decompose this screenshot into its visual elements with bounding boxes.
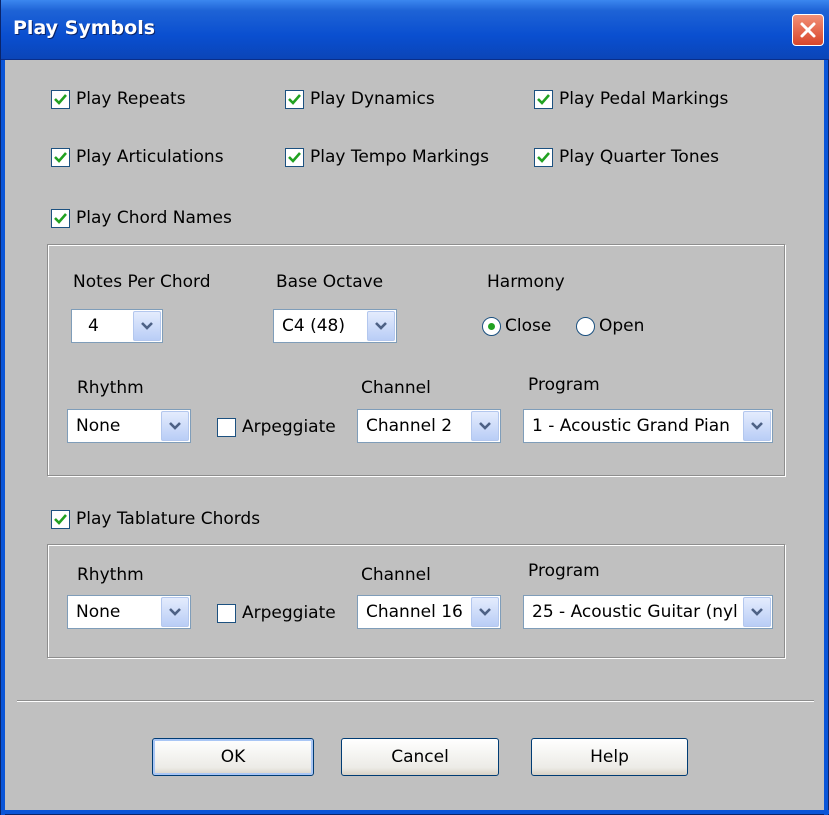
checkbox-unchecked-icon — [217, 603, 236, 623]
rhythm-value: None — [76, 416, 121, 436]
play-repeats-label: Play Repeats — [76, 89, 186, 109]
tab-channel-select[interactable]: Channel 16 — [357, 595, 501, 629]
checkbox-checked-icon — [51, 509, 70, 529]
chevron-down-icon[interactable] — [471, 411, 499, 441]
chevron-down-icon[interactable] — [161, 597, 189, 627]
harmony-close-radio[interactable]: Close — [482, 315, 551, 337]
checkbox-checked-icon — [51, 208, 70, 228]
play-quarter-tones-checkbox[interactable]: Play Quarter Tones — [534, 146, 719, 168]
harmony-label: Harmony — [487, 272, 565, 292]
chevron-down-icon[interactable] — [161, 411, 189, 441]
rhythm-label: Rhythm — [77, 378, 144, 398]
chevron-down-icon[interactable] — [471, 597, 499, 627]
tab-arpeggiate-checkbox[interactable]: Arpeggiate — [217, 602, 336, 624]
play-symbols-dialog: Play Symbols Play Repeats Play Dynamics … — [0, 0, 829, 815]
play-tablature-chords-checkbox[interactable]: Play Tablature Chords — [51, 508, 260, 530]
radio-unselected-icon — [576, 316, 595, 336]
checkbox-checked-icon — [534, 89, 553, 109]
play-articulations-label: Play Articulations — [76, 147, 224, 167]
arpeggiate-label: Arpeggiate — [242, 417, 336, 437]
play-pedal-markings-checkbox[interactable]: Play Pedal Markings — [534, 88, 728, 110]
base-octave-select[interactable]: C4 (48) — [273, 309, 397, 343]
notes-per-chord-label: Notes Per Chord — [73, 272, 211, 292]
tab-channel-label: Channel — [361, 565, 431, 585]
checkbox-unchecked-icon — [217, 417, 236, 437]
checkbox-checked-icon — [285, 89, 304, 109]
play-chord-names-checkbox[interactable]: Play Chord Names — [51, 207, 232, 229]
checkbox-checked-icon — [534, 147, 553, 167]
program-value: 1 - Acoustic Grand Pian — [532, 416, 730, 436]
tab-program-label: Program — [528, 561, 600, 581]
tab-program-select[interactable]: 25 - Acoustic Guitar (nyl — [523, 595, 773, 629]
separator — [17, 700, 814, 702]
tab-rhythm-label: Rhythm — [77, 565, 144, 585]
tab-arpeggiate-label: Arpeggiate — [242, 603, 336, 623]
ok-button-label: OK — [220, 747, 246, 767]
notes-per-chord-select[interactable]: 4 — [71, 309, 163, 343]
chevron-down-icon[interactable] — [367, 311, 395, 341]
harmony-open-radio[interactable]: Open — [576, 315, 644, 337]
harmony-open-label: Open — [599, 316, 645, 336]
checkbox-checked-icon — [51, 147, 70, 167]
play-tablature-chords-label: Play Tablature Chords — [76, 509, 261, 529]
cancel-button-label: Cancel — [391, 747, 449, 767]
chevron-down-icon[interactable] — [133, 311, 161, 341]
channel-select[interactable]: Channel 2 — [357, 409, 501, 443]
play-pedal-markings-label: Play Pedal Markings — [559, 89, 729, 109]
title-bar[interactable]: Play Symbols — [1, 0, 829, 60]
program-select[interactable]: 1 - Acoustic Grand Pian — [523, 409, 773, 443]
harmony-close-label: Close — [505, 316, 552, 336]
tab-rhythm-value: None — [76, 602, 121, 622]
rhythm-select[interactable]: None — [67, 409, 191, 443]
notes-per-chord-value: 4 — [88, 316, 99, 336]
chevron-down-icon[interactable] — [743, 411, 771, 441]
play-dynamics-checkbox[interactable]: Play Dynamics — [285, 88, 435, 110]
close-icon — [800, 22, 816, 38]
help-button-label: Help — [590, 747, 629, 767]
play-tempo-markings-label: Play Tempo Markings — [310, 147, 490, 167]
arpeggiate-checkbox[interactable]: Arpeggiate — [217, 416, 336, 438]
base-octave-value: C4 (48) — [282, 316, 345, 336]
close-button[interactable] — [792, 14, 824, 46]
help-button[interactable]: Help — [531, 738, 688, 776]
checkbox-checked-icon — [51, 89, 70, 109]
channel-value: Channel 2 — [366, 416, 453, 436]
play-repeats-checkbox[interactable]: Play Repeats — [51, 88, 186, 110]
radio-selected-icon — [482, 316, 501, 336]
cancel-button[interactable]: Cancel — [341, 738, 499, 776]
tab-rhythm-select[interactable]: None — [67, 595, 191, 629]
channel-label: Channel — [361, 378, 431, 398]
program-label: Program — [528, 375, 600, 395]
play-chord-names-label: Play Chord Names — [76, 208, 232, 228]
checkbox-checked-icon — [285, 147, 304, 167]
play-articulations-checkbox[interactable]: Play Articulations — [51, 146, 224, 168]
play-dynamics-label: Play Dynamics — [310, 89, 435, 109]
play-tempo-markings-checkbox[interactable]: Play Tempo Markings — [285, 146, 489, 168]
window-title: Play Symbols — [13, 17, 156, 39]
base-octave-label: Base Octave — [276, 272, 384, 292]
tab-program-value: 25 - Acoustic Guitar (nyl — [532, 602, 738, 622]
play-quarter-tones-label: Play Quarter Tones — [559, 147, 719, 167]
chevron-down-icon[interactable] — [743, 597, 771, 627]
ok-button[interactable]: OK — [152, 738, 314, 776]
tab-channel-value: Channel 16 — [366, 602, 463, 622]
